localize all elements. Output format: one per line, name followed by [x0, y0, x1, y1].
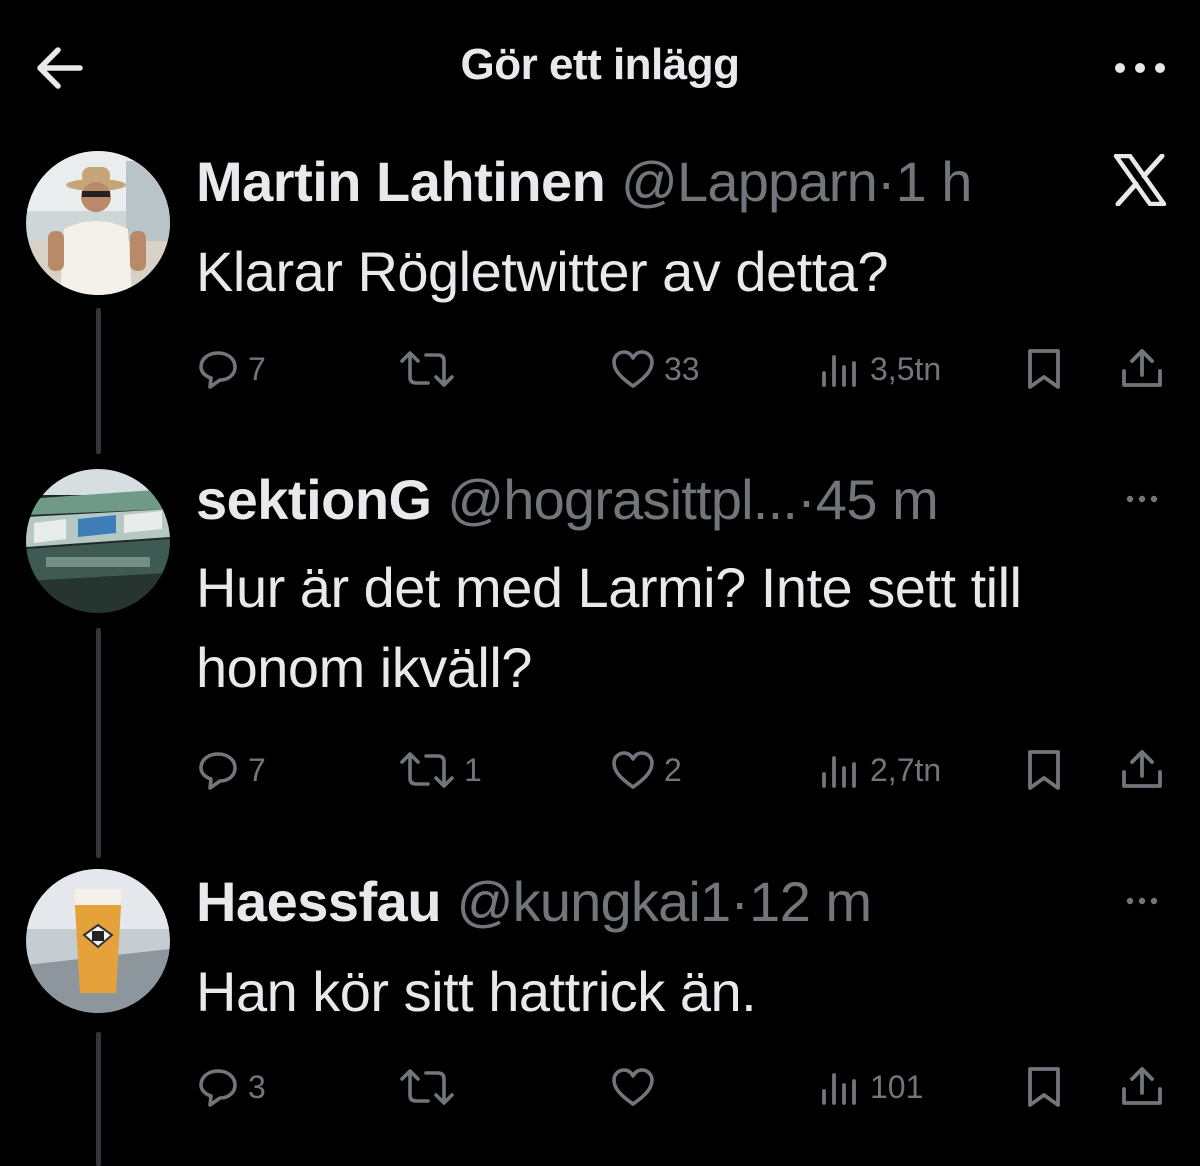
reply-bubble-icon: [199, 752, 237, 790]
repost-icon: [400, 752, 454, 788]
thread-line: [96, 628, 101, 858]
tweet-more-button[interactable]: [1114, 489, 1170, 509]
bookmark-icon: [1028, 750, 1060, 790]
timestamp[interactable]: 12 m: [749, 870, 872, 933]
reply-count: 7: [248, 751, 266, 788]
separator: ·: [876, 150, 896, 213]
like-button[interactable]: [610, 1062, 664, 1112]
avatar[interactable]: [26, 151, 170, 295]
display-name[interactable]: Haessfau: [196, 870, 442, 933]
action-bar: 3 101: [0, 1062, 1200, 1112]
timestamp[interactable]: 45 m: [816, 468, 939, 531]
share-button[interactable]: [1118, 344, 1166, 394]
reply-bubble-icon: [199, 1069, 237, 1107]
tweet-more-button[interactable]: [1114, 891, 1170, 911]
reply-button[interactable]: 3: [196, 1062, 266, 1112]
tweet-meta: Haessfau @kungkai1·12 m: [196, 870, 872, 934]
like-button[interactable]: 33: [610, 344, 700, 394]
heart-icon: [612, 1068, 654, 1106]
repost-button[interactable]: [398, 344, 464, 394]
display-name[interactable]: sektionG: [196, 468, 432, 531]
reply-button[interactable]: 7: [196, 745, 266, 795]
share-button[interactable]: [1118, 1062, 1166, 1112]
share-button[interactable]: [1118, 745, 1166, 795]
more-horizontal-icon: [1126, 495, 1158, 503]
repost-count: 1: [464, 751, 482, 788]
views-chart-icon: [822, 756, 856, 788]
views-button[interactable]: 3,5tn: [818, 344, 941, 394]
separator: ·: [730, 870, 750, 933]
like-count: 2: [664, 751, 682, 788]
page-title: Gör ett inlägg: [460, 40, 741, 89]
username[interactable]: @kungkai1: [457, 870, 732, 933]
repost-button[interactable]: [398, 1062, 464, 1112]
bookmark-icon: [1028, 1067, 1060, 1107]
bookmark-button[interactable]: [1024, 344, 1064, 394]
top-bar: Gör ett inlägg: [0, 0, 1200, 130]
tweet-text: Han kör sitt hattrick än.: [196, 960, 757, 1023]
like-button[interactable]: 2: [610, 745, 682, 795]
share-icon: [1122, 349, 1162, 387]
timestamp[interactable]: 1 h: [896, 150, 973, 213]
tweet-text: Hur är det med Larmi? Inte sett till hon…: [196, 556, 1022, 699]
repost-button[interactable]: 1: [398, 745, 482, 795]
view-count: 2,7tn: [870, 751, 942, 788]
action-bar: 7 33 3,5tn: [0, 344, 1200, 394]
heart-icon: [612, 751, 654, 789]
heart-icon: [612, 350, 654, 388]
action-bar: 7 1 2 2,7tn: [0, 745, 1200, 795]
avatar[interactable]: [26, 469, 170, 613]
views-button[interactable]: 2,7tn: [818, 745, 941, 795]
reply-button[interactable]: 7: [196, 344, 266, 394]
views-chart-icon: [822, 355, 856, 387]
tweet-meta: sektionG @hograsittpl...·45 m: [196, 468, 939, 532]
reply-bubble-icon: [199, 351, 237, 389]
like-count: 33: [664, 350, 700, 387]
tweet-meta: Martin Lahtinen @Lapparn·1 h: [196, 150, 972, 214]
bookmark-button[interactable]: [1024, 1062, 1064, 1112]
bookmark-icon: [1028, 349, 1060, 389]
display-name[interactable]: Martin Lahtinen: [196, 150, 606, 213]
share-icon: [1122, 750, 1162, 788]
separator: ·: [797, 468, 816, 531]
more-horizontal-icon: [1115, 63, 1165, 73]
avatar[interactable]: [26, 869, 170, 1013]
tweet-text: Klarar Rögletwitter av detta?: [196, 240, 889, 303]
view-count: 101: [870, 1068, 924, 1105]
x-logo-icon[interactable]: [1112, 153, 1168, 207]
more-horizontal-icon: [1126, 897, 1158, 905]
repost-icon: [400, 1069, 454, 1105]
views-chart-icon: [822, 1073, 856, 1105]
username[interactable]: @hograsittpl...: [447, 468, 798, 531]
repost-icon: [400, 351, 454, 387]
more-options-button[interactable]: [1108, 50, 1172, 86]
reply-count: 7: [248, 350, 266, 387]
username[interactable]: @Lapparn: [621, 150, 878, 213]
views-button[interactable]: 101: [818, 1062, 923, 1112]
bookmark-button[interactable]: [1024, 745, 1064, 795]
view-count: 3,5tn: [870, 350, 942, 387]
share-icon: [1122, 1067, 1162, 1105]
reply-count: 3: [248, 1068, 266, 1105]
